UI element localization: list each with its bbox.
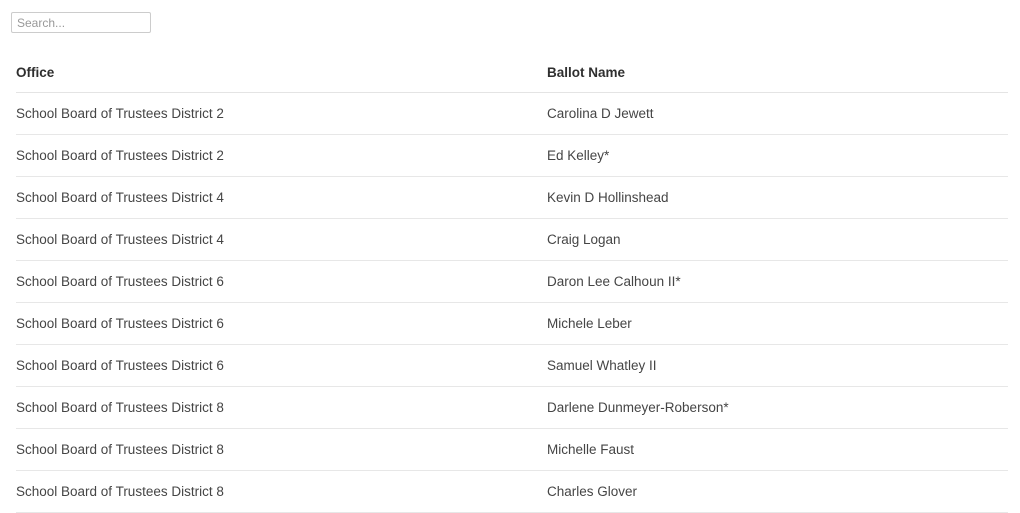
table-row: School Board of Trustees District 8 Mich… (16, 428, 1008, 471)
table-header: Office Ballot Name (16, 52, 1008, 93)
table-row: School Board of Trustees District 4 Crai… (16, 218, 1008, 261)
column-header-office[interactable]: Office (16, 52, 547, 93)
cell-ballot-name: Michelle Faust (547, 428, 1008, 471)
page-root: Office Ballot Name School Board of Trust… (0, 0, 1020, 513)
results-table-container: Office Ballot Name School Board of Trust… (16, 52, 1008, 513)
cell-ballot-name: Craig Logan (547, 218, 1008, 261)
cell-office: School Board of Trustees District 8 (16, 386, 547, 429)
table-row: School Board of Trustees District 2 Caro… (16, 92, 1008, 135)
cell-office: School Board of Trustees District 4 (16, 176, 547, 219)
table-row: School Board of Trustees District 6 Mich… (16, 302, 1008, 345)
cell-ballot-name: Kevin D Hollinshead (547, 176, 1008, 219)
cell-office: School Board of Trustees District 8 (16, 470, 547, 513)
table-row: School Board of Trustees District 4 Kevi… (16, 176, 1008, 219)
table-row: School Board of Trustees District 8 Char… (16, 470, 1008, 513)
cell-ballot-name: Samuel Whatley II (547, 344, 1008, 387)
cell-office: School Board of Trustees District 6 (16, 260, 547, 303)
cell-ballot-name: Michele Leber (547, 302, 1008, 345)
table-header-row: Office Ballot Name (16, 52, 1008, 93)
cell-office: School Board of Trustees District 2 (16, 92, 547, 135)
cell-office: School Board of Trustees District 6 (16, 344, 547, 387)
candidates-table: Office Ballot Name School Board of Trust… (16, 52, 1008, 513)
table-body: School Board of Trustees District 2 Caro… (16, 92, 1008, 513)
table-row: School Board of Trustees District 6 Daro… (16, 260, 1008, 303)
cell-office: School Board of Trustees District 8 (16, 428, 547, 471)
table-row: School Board of Trustees District 8 Darl… (16, 386, 1008, 429)
cell-ballot-name: Daron Lee Calhoun II* (547, 260, 1008, 303)
cell-ballot-name: Charles Glover (547, 470, 1008, 513)
column-header-ballot-name[interactable]: Ballot Name (547, 52, 1008, 93)
cell-ballot-name: Carolina D Jewett (547, 92, 1008, 135)
cell-office: School Board of Trustees District 4 (16, 218, 547, 261)
cell-office: School Board of Trustees District 6 (16, 302, 547, 345)
table-row: School Board of Trustees District 6 Samu… (16, 344, 1008, 387)
cell-office: School Board of Trustees District 2 (16, 134, 547, 177)
cell-ballot-name: Darlene Dunmeyer-Roberson* (547, 386, 1008, 429)
search-input[interactable] (11, 12, 151, 33)
cell-ballot-name: Ed Kelley* (547, 134, 1008, 177)
table-row: School Board of Trustees District 2 Ed K… (16, 134, 1008, 177)
search-container (11, 12, 151, 33)
